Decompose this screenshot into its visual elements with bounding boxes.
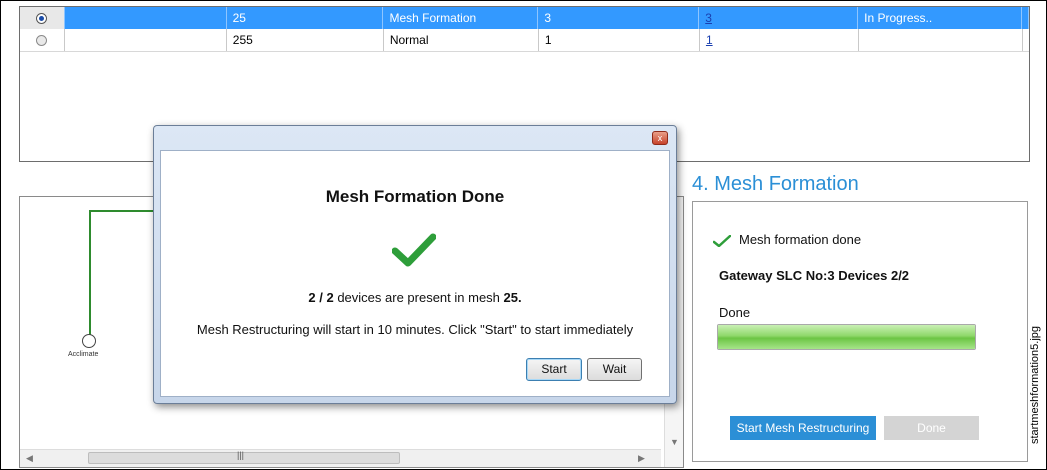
progress-label: Done xyxy=(719,305,751,320)
scroll-down-arrow-icon[interactable]: ▼ xyxy=(670,437,679,447)
count-separator: / xyxy=(315,290,327,305)
start-mesh-restructuring-button[interactable]: Start Mesh Restructuring xyxy=(730,416,876,440)
horizontal-scrollbar[interactable]: ◀ ||| ▶ xyxy=(20,449,661,467)
mesh-link-line xyxy=(89,210,91,338)
table-cell-link[interactable]: 1 xyxy=(700,29,859,51)
step-title: 4. Mesh Formation xyxy=(692,173,859,195)
table-cell: Mesh Formation xyxy=(383,7,539,29)
scroll-thumb[interactable]: ||| xyxy=(88,450,400,464)
progress-bar xyxy=(717,324,976,350)
table-row[interactable]: 25 Mesh Formation 3 3 In Progress.. xyxy=(20,7,1030,29)
close-button[interactable]: x xyxy=(652,131,668,145)
mesh-formation-panel: Mesh formation done Gateway SLC No:3 Dev… xyxy=(692,201,1028,462)
row-radio[interactable] xyxy=(36,34,48,46)
table-cell-link[interactable]: 3 xyxy=(699,7,859,29)
table-cell: In Progress.. xyxy=(858,7,1023,29)
device-count-message: 2 / 2 devices are present in mesh 25. xyxy=(161,290,669,305)
row-select-cell[interactable] xyxy=(20,29,65,51)
progress-bar-fill xyxy=(718,325,975,349)
dialog-title: Mesh Formation Done xyxy=(325,187,505,206)
table-cell: Normal xyxy=(384,29,539,51)
scroll-grip-icon: ||| xyxy=(237,450,245,460)
table-cell: 25 xyxy=(227,7,384,29)
scroll-right-arrow-icon[interactable]: ▶ xyxy=(638,453,645,464)
mesh-id: 25. xyxy=(503,290,522,305)
table-cell xyxy=(1023,29,1029,51)
device-count-link[interactable]: 3 xyxy=(705,11,712,25)
mesh-link-line xyxy=(89,210,159,212)
table-row[interactable]: 255 Normal 1 1 xyxy=(20,29,1029,52)
restructure-message: Mesh Restructuring will start in 10 minu… xyxy=(196,322,634,337)
dialog-body: Mesh Formation Done 2 / 2 devices are pr… xyxy=(160,150,670,397)
wait-button[interactable]: Wait xyxy=(587,358,642,381)
devices-total-count: 2 xyxy=(326,290,334,305)
gateway-info: Gateway SLC No:3 Devices 2/2 xyxy=(719,268,910,283)
row-select-cell[interactable] xyxy=(20,7,65,29)
table-cell: 1 xyxy=(539,29,700,51)
row-radio[interactable] xyxy=(36,12,48,24)
table-cell: 255 xyxy=(227,29,384,51)
device-node-label: Acclimate xyxy=(68,351,99,358)
device-count-link[interactable]: 1 xyxy=(706,33,713,47)
devices-done-count: 2 xyxy=(308,290,316,305)
image-caption-text: startmeshformation5.jpg xyxy=(1029,326,1041,444)
table-cell xyxy=(859,29,1023,51)
scroll-left-arrow-icon[interactable]: ◀ xyxy=(26,453,33,464)
done-button[interactable]: Done xyxy=(884,416,979,440)
table-cell xyxy=(1022,7,1030,29)
table-cell xyxy=(65,7,227,29)
start-button[interactable]: Start xyxy=(526,358,582,381)
table-cell: 3 xyxy=(538,7,700,29)
table-cell xyxy=(65,29,227,51)
check-icon xyxy=(713,235,731,247)
device-count-text: devices are present in mesh xyxy=(333,290,504,305)
mesh-formation-dialog: x Mesh Formation Done 2 / 2 devices are … xyxy=(153,125,677,404)
success-check-icon xyxy=(392,233,436,267)
status-message: Mesh formation done xyxy=(739,232,862,247)
device-node[interactable] xyxy=(82,334,96,348)
image-caption: startmeshformation5.jpg xyxy=(1025,300,1045,470)
